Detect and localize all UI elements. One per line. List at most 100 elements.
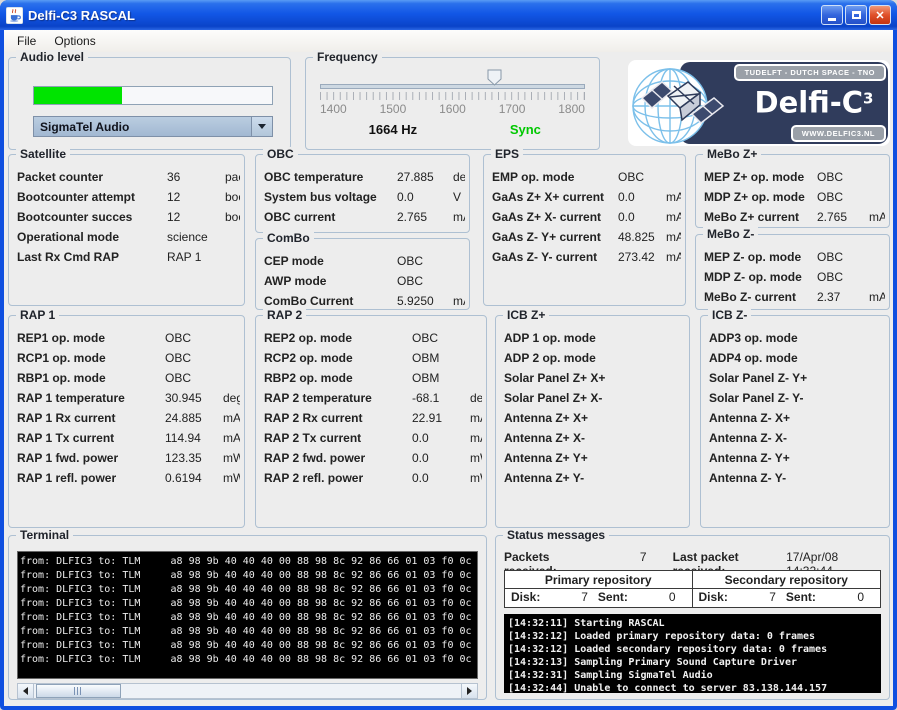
telemetry-row: Antenna Z- Y- undeployed	[709, 468, 885, 488]
app-window: Delfi-C3 RASCAL ✕ File Options Audio lev…	[0, 0, 897, 710]
sent-label: Sent:	[786, 589, 816, 607]
packets-received-value: 7	[598, 550, 646, 564]
tick-label: 1600	[439, 102, 466, 116]
panel-title: Audio level	[16, 50, 88, 64]
telemetry-row: AWP mode OBC	[264, 271, 465, 291]
log-line: [14:32:13] Sampling Primary Sound Captur…	[508, 656, 877, 669]
panel-mebo-zplus: MeBo Z+ MEP Z+ op. mode OBC MDP Z+ op. m…	[695, 154, 890, 228]
panel-title: OBC	[263, 147, 298, 161]
scroll-left-arrow-icon[interactable]	[18, 684, 34, 698]
window-title: Delfi-C3 RASCAL	[28, 8, 816, 23]
log-line: [14:32:12] Loaded primary repository dat…	[508, 630, 877, 643]
scrollbar-thumb[interactable]	[36, 684, 121, 698]
telemetry-rows: MEP Z- op. mode OBC MDP Z- op. mode OBC …	[704, 247, 885, 307]
telemetry-row: Antenna Z- X- undeployed	[709, 428, 885, 448]
terminal-line: from: DLFIC3 to: TLM a8 98 9b 40 40 40 0…	[20, 597, 475, 611]
repository-table: Primary repository Disk: 7 Sent: 0 Secon…	[504, 570, 881, 608]
panel-title: MeBo Z-	[703, 227, 758, 241]
telemetry-row: Solar Panel Z- Y- deployed	[709, 388, 885, 408]
chevron-down-icon[interactable]	[251, 117, 272, 136]
telemetry-row: RAP 2 fwd. power 0.0 mW	[264, 448, 482, 468]
telemetry-row: GaAs Z- Y+ current 48.825 mA	[492, 227, 681, 247]
frequency-slider-track[interactable]	[320, 84, 585, 89]
terminal-hscrollbar[interactable]	[17, 683, 478, 699]
minimize-button[interactable]	[821, 5, 843, 25]
menu-options[interactable]: Options	[47, 32, 102, 50]
telemetry-row: RAP 2 refl. power 0.0 mW	[264, 468, 482, 488]
telemetry-row: ADP4 op. mode OBC	[709, 348, 885, 368]
telemetry-row: Solar Panel Z- Y+ deployed	[709, 368, 885, 388]
log-line: [14:32:11] Starting RASCAL	[508, 617, 877, 630]
telemetry-rows: ADP3 op. mode OBC ADP4 op. mode OBC Sola…	[709, 328, 885, 488]
terminal-line: from: DLFIC3 to: TLM a8 98 9b 40 40 40 0…	[20, 569, 475, 583]
status-log-console: [14:32:11] Starting RASCAL[14:32:12] Loa…	[504, 614, 881, 693]
secondary-repo-header: Secondary repository	[693, 571, 881, 589]
disk-label: Disk:	[511, 589, 540, 607]
telemetry-row: RAP 1 fwd. power 123.35 mW	[17, 448, 240, 468]
telemetry-row: MeBo Z- current 2.37 mA	[704, 287, 885, 307]
primary-repo-header: Primary repository	[505, 571, 692, 589]
menu-file[interactable]: File	[10, 32, 43, 50]
scrollbar-track[interactable]	[34, 684, 461, 698]
panel-terminal: Terminal from: DLFIC3 to: TLM a8 98 9b 4…	[8, 535, 487, 700]
telemetry-row: Antenna Z- Y+ undeployed	[709, 448, 885, 468]
telemetry-row: Bootcounter attempt 12 boots	[17, 187, 240, 207]
telemetry-row: OBC current 2.765 mA	[264, 207, 465, 227]
telemetry-row: OBC temperature 27.885 deg. C	[264, 167, 465, 187]
panel-icb-zminus: ICB Z- ADP3 op. mode OBC ADP4 op. mode O…	[700, 315, 890, 528]
telemetry-row: Bootcounter succes 12 boots	[17, 207, 240, 227]
telemetry-row: REP2 op. mode OBC	[264, 328, 482, 348]
titlebar[interactable]: Delfi-C3 RASCAL ✕	[0, 0, 897, 30]
panel-icb-zplus: ICB Z+ ADP 1 op. mode OBM ADP 2 op. mode…	[495, 315, 690, 528]
panel-title: ICB Z-	[708, 308, 751, 322]
close-button[interactable]: ✕	[869, 5, 891, 25]
audio-level-bar	[33, 86, 273, 105]
terminal-line: from: DLFIC3 to: TLM a8 98 9b 40 40 40 0…	[20, 625, 475, 639]
terminal-line: from: DLFIC3 to: TLM a8 98 9b 40 40 40 0…	[20, 653, 475, 667]
panel-rap2: RAP 2 REP2 op. mode OBC RCP2 op. mode OB…	[255, 315, 487, 528]
frequency-slider-thumb[interactable]	[487, 69, 502, 86]
frequency-ticks	[320, 92, 585, 100]
audio-device-value: SigmaTel Audio	[34, 120, 251, 134]
scroll-right-arrow-icon[interactable]	[461, 684, 477, 698]
frequency-value: 1664 Hz	[369, 122, 417, 137]
telemetry-row: Solar Panel Z+ X- undeployed	[504, 388, 685, 408]
log-line: [14:32:12] Loaded secondary repository d…	[508, 643, 877, 656]
delfi-c3-logo: TUDELFT - DUTCH SPACE - TNO Delfi-C3 WWW…	[628, 60, 890, 146]
panel-status-messages: Status messages Packets received: 7 Last…	[495, 535, 890, 700]
terminal-output[interactable]: from: DLFIC3 to: TLM a8 98 9b 40 40 40 0…	[17, 551, 478, 679]
telemetry-rows: MEP Z+ op. mode OBC MDP Z+ op. mode OBC …	[704, 167, 885, 227]
log-line: [14:32:44] Unable to connect to server 8…	[508, 682, 877, 693]
panel-eps: EPS EMP op. mode OBC GaAs Z+ X+ current …	[483, 154, 686, 306]
panel-satellite: Satellite Packet counter 36 packets Boot…	[8, 154, 245, 306]
panel-title: RAP 2	[263, 308, 306, 322]
log-line: [14:32:31] Sampling SigmaTel Audio	[508, 669, 877, 682]
java-icon	[6, 7, 23, 24]
panel-title: RAP 1	[16, 308, 59, 322]
secondary-sent-value: 0	[816, 589, 874, 607]
audio-device-select[interactable]: SigmaTel Audio	[33, 116, 273, 137]
sync-status: Sync	[510, 122, 541, 137]
telemetry-row: RAP 1 Rx current 24.885 mA	[17, 408, 240, 428]
main-content: Audio level SigmaTel Audio Frequency	[4, 52, 893, 706]
logo-url-band: WWW.DELFIC3.NL	[793, 127, 884, 140]
frequency-slider[interactable]	[320, 68, 585, 90]
primary-sent-value: 0	[628, 589, 686, 607]
telemetry-rows: ADP 1 op. mode OBM ADP 2 op. mode OBM So…	[504, 328, 685, 488]
telemetry-row: RCP2 op. mode OBM	[264, 348, 482, 368]
telemetry-row: RAP 1 Tx current 114.94 mA	[17, 428, 240, 448]
telemetry-row: MEP Z- op. mode OBC	[704, 247, 885, 267]
panel-frequency: Frequency 14001500160017001800 1664 Hz S…	[305, 57, 600, 150]
tick-label: 1700	[499, 102, 526, 116]
telemetry-row: Antenna Z+ X+ undeployed	[504, 408, 685, 428]
telemetry-row: MeBo Z+ current 2.765 mA	[704, 207, 885, 227]
telemetry-row: System bus voltage 0.0 V	[264, 187, 465, 207]
tick-label: 1500	[380, 102, 407, 116]
telemetry-row: RAP 2 Rx current 22.91 mA	[264, 408, 482, 428]
telemetry-row: RBP2 op. mode OBM	[264, 368, 482, 388]
maximize-button[interactable]	[845, 5, 867, 25]
telemetry-row: Operational mode science	[17, 227, 240, 247]
logo-brand: Delfi-C3	[740, 85, 888, 119]
telemetry-row: CEP mode OBC	[264, 251, 465, 271]
panel-title: Terminal	[16, 528, 73, 542]
